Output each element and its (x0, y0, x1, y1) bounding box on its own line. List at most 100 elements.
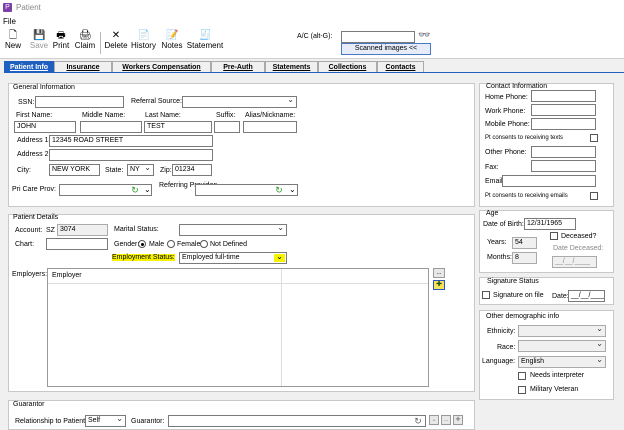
ethnicity-label: Ethnicity: (487, 328, 516, 335)
years-label: Years: (487, 239, 507, 246)
refresh-icon[interactable]: ↻ (274, 185, 284, 195)
signature-on-file-checkbox[interactable] (482, 291, 490, 299)
address1-label: Address 1: (17, 137, 51, 144)
last-name-input[interactable]: TEST (144, 121, 212, 133)
save-button[interactable]: 💾 Save (28, 30, 50, 57)
employers-label: Employers: (12, 271, 48, 278)
relationship-select[interactable]: Self (85, 415, 126, 427)
gender-label: Gender: (114, 241, 140, 248)
address2-input[interactable] (49, 149, 213, 161)
guarantor-dropdown-button[interactable]: ⌄ (429, 415, 439, 425)
employment-status-select[interactable]: Employed full-time ⌄ (179, 252, 287, 264)
account-search-input[interactable] (341, 31, 415, 43)
fax-input[interactable] (531, 160, 596, 172)
account-prefix: SZ (46, 227, 55, 234)
pri-care-prov-label: Pri Care Prov: (12, 186, 56, 193)
print-button[interactable]: 🖶 Print (51, 30, 71, 57)
mobile-phone-label: Mobile Phone: (485, 121, 530, 128)
emails-consent-label: Pt consents to receiving emails (485, 193, 568, 199)
guarantor-input[interactable] (168, 415, 426, 427)
chevron-down-icon: ⌄ (274, 253, 285, 262)
military-veteran-checkbox[interactable] (518, 386, 526, 394)
chart-input[interactable] (46, 238, 108, 250)
other-phone-label: Other Phone: (485, 149, 527, 156)
menu-file[interactable]: File (3, 17, 16, 26)
window-title: Patient (16, 3, 41, 12)
last-name-label: Last Name: (145, 112, 181, 119)
years-value: 54 (512, 237, 537, 249)
add-employer-icon[interactable]: ✚ (433, 280, 445, 290)
guarantor-more-button[interactable]: ... (441, 415, 451, 425)
home-phone-input[interactable] (531, 90, 596, 102)
menu-bar: File (0, 16, 624, 28)
email-input[interactable] (502, 175, 596, 187)
other-phone-input[interactable] (531, 146, 596, 158)
refresh-icon[interactable]: ↻ (130, 185, 140, 195)
notes-button[interactable]: 📝 Notes (160, 30, 184, 57)
date-of-birth-input[interactable]: 12/31/1965 (524, 218, 576, 230)
state-select[interactable]: NY (127, 164, 154, 176)
ethnicity-select[interactable] (518, 325, 606, 337)
city-input[interactable]: NEW YORK (49, 164, 100, 176)
work-phone-label: Work Phone: (485, 108, 526, 115)
chevron-down-icon[interactable]: ⌄ (144, 185, 151, 194)
employers-grid[interactable]: Employer (47, 268, 429, 387)
ssn-input[interactable] (35, 96, 124, 108)
signature-date-input[interactable]: __/__/____ (568, 290, 605, 302)
add-guarantor-icon[interactable]: ✚ (453, 415, 463, 425)
other-demographic-legend: Other demographic info (486, 313, 560, 320)
date-deceased-input[interactable]: __/__/____ (552, 256, 597, 268)
gender-male-radio[interactable] (138, 240, 146, 248)
gender-female-radio[interactable] (167, 240, 175, 248)
employment-status-value: Employed full-time (182, 254, 240, 261)
chevron-down-icon[interactable]: ⌄ (289, 185, 296, 194)
zip-label: Zip: (160, 167, 172, 174)
alias-input[interactable] (243, 121, 297, 133)
race-select[interactable] (518, 340, 606, 352)
suffix-input[interactable] (214, 121, 240, 133)
refresh-icon[interactable]: ↻ (413, 416, 423, 426)
tab-underline (4, 72, 624, 73)
printer-icon: 🖶 (56, 30, 66, 41)
signature-on-file-label: Signature on file (493, 292, 544, 299)
employers-more-button[interactable]: ... (433, 268, 445, 278)
date-of-birth-label: Date of Birth: (483, 221, 524, 228)
deceased-checkbox[interactable] (550, 232, 558, 240)
needs-interpreter-checkbox[interactable] (518, 372, 526, 380)
fax-label: Fax: (485, 164, 499, 171)
delete-button[interactable]: ✕ Delete (104, 30, 128, 57)
account-input[interactable]: 3074 (57, 224, 108, 236)
emails-consent-checkbox[interactable] (590, 192, 598, 200)
ssn-label: SSN: (18, 99, 35, 106)
title-bar: P Patient (0, 0, 624, 16)
chart-label: Chart: (15, 241, 35, 248)
statement-icon: 🧾 (199, 30, 212, 41)
gender-not-defined-label: Not Defined (210, 241, 247, 248)
months-value: 8 (512, 252, 537, 264)
marital-status-select[interactable] (179, 224, 287, 236)
scanned-images-button[interactable]: Scanned images << (341, 43, 431, 55)
alias-label: Alias/Nickname: (245, 112, 296, 119)
statement-button[interactable]: 🧾 Statement (186, 30, 224, 57)
texts-consent-checkbox[interactable] (590, 134, 598, 142)
save-icon: 💾 (33, 30, 46, 41)
zip-input[interactable]: 01234 (172, 164, 212, 176)
military-veteran-label: Military Veteran (530, 386, 579, 393)
work-phone-input[interactable] (531, 104, 596, 116)
suffix-label: Suffix: (216, 112, 236, 119)
employment-status-label: Employment Status: (112, 254, 175, 261)
binoculars-icon[interactable]: 👓 (418, 30, 430, 41)
new-button[interactable]: 🗋 New (3, 30, 23, 57)
first-name-label: First Name: (16, 112, 53, 119)
claim-button[interactable]: 🖨 Claim (74, 30, 96, 57)
first-name-input[interactable]: JOHN (14, 121, 76, 133)
history-button[interactable]: 📄 History (130, 30, 157, 57)
account-search-label: A/C (alt-G): (297, 33, 333, 40)
address1-input[interactable]: 12345 ROAD STREET (49, 135, 213, 147)
language-select[interactable]: English (518, 356, 606, 368)
middle-name-input[interactable] (80, 121, 142, 133)
gender-not-defined-radio[interactable] (200, 240, 208, 248)
referral-source-select[interactable] (182, 96, 297, 108)
grid-row-divider (48, 283, 428, 284)
mobile-phone-input[interactable] (531, 118, 596, 130)
